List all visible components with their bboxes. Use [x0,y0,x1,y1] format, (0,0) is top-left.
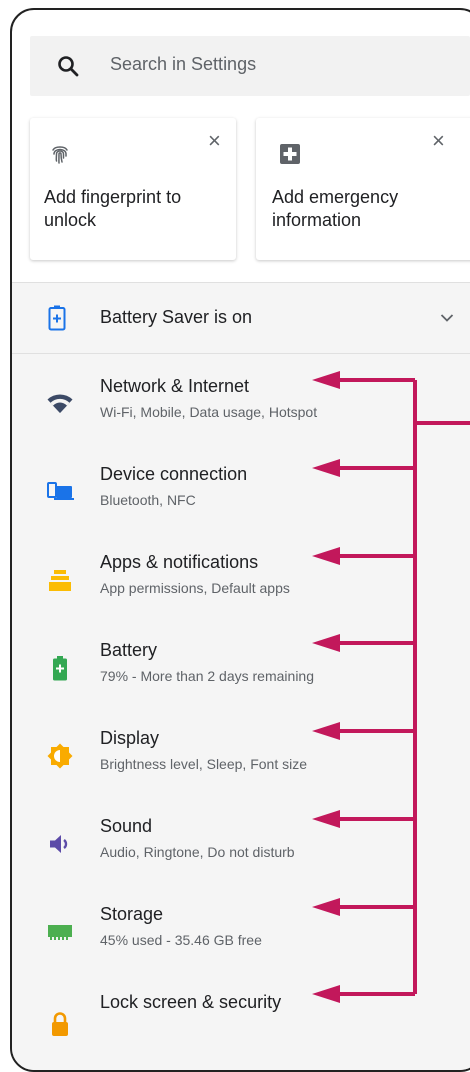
settings-item-subtitle: Wi-Fi, Mobile, Data usage, Hotspot [100,404,318,420]
phone-frame: Search in Settings × Add fingerprint to … [10,8,470,1072]
chevron-down-icon[interactable] [440,313,454,323]
settings-item-subtitle: Brightness level, Sleep, Font size [100,756,307,772]
settings-item-subtitle: 45% used - 35.46 GB free [100,932,262,948]
settings-item-display[interactable]: Display Brightness level, Sleep, Font si… [12,726,470,812]
battery-saver-banner[interactable]: Battery Saver is on [12,283,470,354]
settings-item-subtitle: Bluetooth, NFC [100,492,196,508]
storage-icon [48,925,72,940]
settings-item-sound[interactable]: Sound Audio, Ringtone, Do not disturb [12,814,470,900]
settings-item-title: Apps & notifications [100,552,259,572]
fingerprint-icon [52,146,68,164]
search-icon [58,56,79,77]
settings-list: Network & Internet Wi-Fi, Mobile, Data u… [12,354,470,1070]
lock-icon [52,1012,68,1036]
settings-item-subtitle: Audio, Ringtone, Do not disturb [100,844,295,860]
settings-item-title: Network & Internet [100,376,250,396]
settings-item-device-connection[interactable]: Device connection Bluetooth, NFC [12,462,470,548]
settings-item-storage[interactable]: Storage 45% used - 35.46 GB free [12,902,470,988]
emergency-info-suggestion-card[interactable]: × Add emergency information [256,118,470,260]
emergency-card-label: Add emergency information [272,187,399,230]
settings-item-subtitle: 79% - More than 2 days remaining [100,668,314,684]
fingerprint-card-label: Add fingerprint to unlock [44,187,182,230]
settings-item-title: Storage [100,904,164,924]
search-bar[interactable]: Search in Settings [30,36,470,96]
battery-saver-label: Battery Saver is on [100,307,253,327]
battery-saver-icon [48,305,66,331]
settings-item-lock-screen[interactable]: Lock screen & security [12,990,470,1070]
settings-item-subtitle: App permissions, Default apps [100,580,290,596]
settings-item-title: Battery [100,640,158,660]
settings-item-network[interactable]: Network & Internet Wi-Fi, Mobile, Data u… [12,374,470,460]
close-icon[interactable]: × [432,128,445,154]
search-placeholder: Search in Settings [110,54,257,74]
settings-item-title: Sound [100,816,153,836]
close-icon[interactable]: × [208,128,221,154]
settings-item-title: Display [100,728,160,748]
apps-icon [49,570,71,591]
settings-item-battery[interactable]: Battery 79% - More than 2 days remaining [12,638,470,724]
settings-item-title: Device connection [100,464,248,484]
settings-item-apps[interactable]: Apps & notifications App permissions, De… [12,550,470,636]
volume-icon [50,835,68,853]
wifi-icon [47,394,73,413]
medical-plus-icon [280,144,300,164]
devices-icon [47,482,74,500]
fingerprint-suggestion-card[interactable]: × Add fingerprint to unlock [30,118,236,260]
battery-icon [53,656,67,681]
settings-item-title: Lock screen & security [100,992,282,1012]
brightness-icon [47,743,73,769]
